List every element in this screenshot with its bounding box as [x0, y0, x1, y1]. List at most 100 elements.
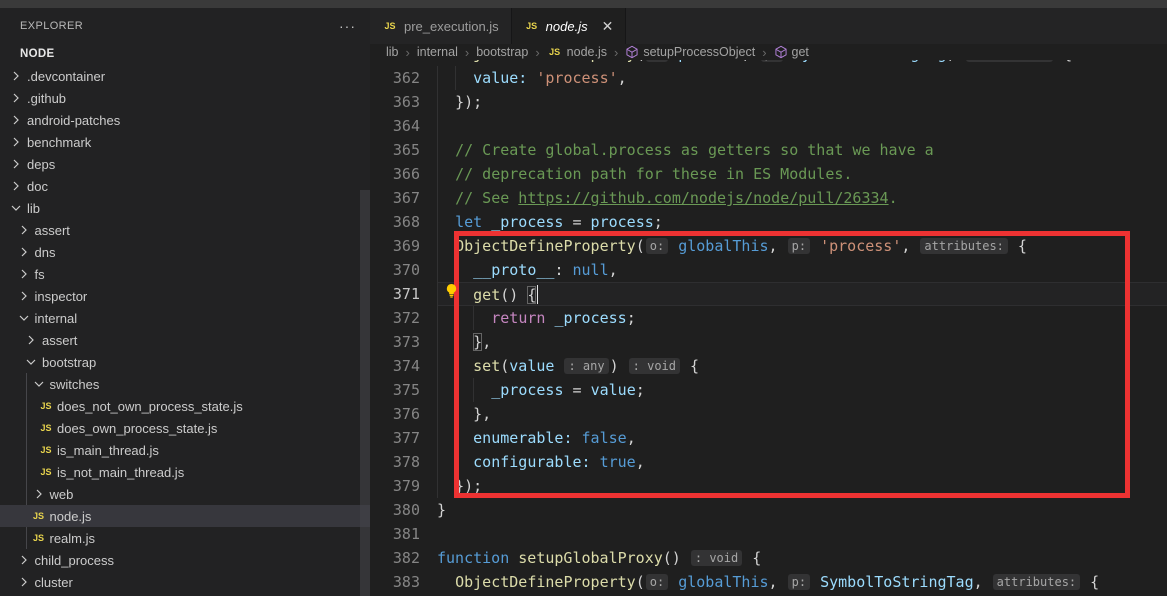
code-line-363[interactable]: 363});	[370, 90, 1167, 114]
code-line-362[interactable]: 362value: 'process',	[370, 66, 1167, 90]
tree-item--devcontainer[interactable]: .devcontainer	[0, 65, 370, 87]
inlay-hint: : void	[629, 358, 680, 374]
tree-item-internal[interactable]: internal	[0, 307, 370, 329]
close-icon[interactable]: ✕	[602, 18, 614, 35]
code-line-367[interactable]: 367// See https://github.com/nodejs/node…	[370, 186, 1167, 210]
line-number: 375	[370, 381, 420, 399]
tree-item-deps[interactable]: deps	[0, 153, 370, 175]
chevron-right-icon	[8, 90, 24, 106]
breadcrumb-item-internal[interactable]: internal	[417, 45, 458, 59]
tree-item-cluster[interactable]: cluster	[0, 571, 370, 593]
code-editor[interactable]: 361ObjectDefineProperty(o: process, p: S…	[370, 60, 1167, 596]
tree-item-benchmark[interactable]: benchmark	[0, 131, 370, 153]
chevron-down-icon	[31, 376, 47, 392]
tree-item-node-js[interactable]: JSnode.js	[0, 505, 370, 527]
tab-bar: JSpre_execution.jsJSnode.js✕	[370, 8, 1167, 44]
chevron-right-icon	[8, 134, 24, 150]
tab-node-js[interactable]: JSnode.js✕	[512, 8, 627, 44]
tree-item-dns[interactable]: dns	[0, 241, 370, 263]
code-line-373[interactable]: 373},	[370, 330, 1167, 354]
js-file-icon: JS	[38, 401, 54, 411]
method-symbol-icon	[774, 45, 788, 59]
tab-pre-execution-js[interactable]: JSpre_execution.js	[370, 8, 512, 44]
chevron-down-icon	[23, 354, 39, 370]
tree-item--github[interactable]: .github	[0, 87, 370, 109]
breadcrumb-separator: ›	[535, 45, 539, 60]
code-line-382[interactable]: 382function setupGlobalProxy() : void {	[370, 546, 1167, 570]
more-actions-icon[interactable]: ···	[339, 21, 356, 31]
tree-item-assert[interactable]: assert	[0, 219, 370, 241]
chevron-right-icon	[16, 574, 32, 590]
sidebar-scrollbar[interactable]	[360, 190, 370, 596]
breadcrumb-item-bootstrap[interactable]: bootstrap	[476, 45, 528, 59]
code-line-365[interactable]: 365// Create global.process as getters s…	[370, 138, 1167, 162]
tree-item-lib[interactable]: lib	[0, 197, 370, 219]
code-line-376[interactable]: 376},	[370, 402, 1167, 426]
breadcrumb-item-setupprocessobject[interactable]: setupProcessObject	[625, 45, 755, 59]
code-line-366[interactable]: 366// deprecation path for these in ES M…	[370, 162, 1167, 186]
tree-item-doc[interactable]: doc	[0, 175, 370, 197]
tree-item-assert[interactable]: assert	[0, 329, 370, 351]
chevron-right-icon	[8, 156, 24, 172]
chevron-right-icon	[8, 112, 24, 128]
code-line-380[interactable]: 380}	[370, 498, 1167, 522]
code-line-378[interactable]: 378configurable: true,	[370, 450, 1167, 474]
file-tree: .devcontainer.githubandroid-patchesbench…	[0, 65, 370, 593]
breadcrumb-item-lib[interactable]: lib	[386, 45, 399, 59]
code-line-371[interactable]: 371get() {	[370, 282, 1167, 306]
code-line-379[interactable]: 379});	[370, 474, 1167, 498]
tree-item-android-patches[interactable]: android-patches	[0, 109, 370, 131]
breadcrumb-item-get[interactable]: get	[774, 45, 809, 59]
code-line-370[interactable]: 370__proto__: null,	[370, 258, 1167, 282]
code-line-364[interactable]: 364	[370, 114, 1167, 138]
chevron-right-icon	[16, 552, 32, 568]
line-number: 383	[370, 573, 420, 591]
line-number: 368	[370, 213, 420, 231]
breadcrumb-item-node-js[interactable]: JSnode.js	[547, 45, 607, 59]
line-number: 374	[370, 357, 420, 375]
tree-item-web[interactable]: web	[0, 483, 370, 505]
code-line-368[interactable]: 368let _process = process;	[370, 210, 1167, 234]
line-number: 379	[370, 477, 420, 495]
inlay-hint: attributes:	[966, 60, 1053, 62]
line-number: 376	[370, 405, 420, 423]
chevron-right-icon	[8, 178, 24, 194]
title-bar	[0, 0, 1167, 8]
line-number: 365	[370, 141, 420, 159]
chevron-right-icon	[16, 266, 32, 282]
section-header-node[interactable]: NODE	[0, 43, 370, 65]
chevron-down-icon	[16, 310, 32, 326]
code-line-369[interactable]: 369ObjectDefineProperty(o: globalThis, p…	[370, 234, 1167, 258]
inlay-hint: : void	[691, 550, 742, 566]
line-number: 378	[370, 453, 420, 471]
code-line-374[interactable]: 374set(value : any) : void {	[370, 354, 1167, 378]
breadcrumb-separator: ›	[614, 45, 618, 60]
lightbulb-icon[interactable]	[444, 283, 459, 298]
line-number: 372	[370, 309, 420, 327]
code-line-372[interactable]: 372return _process;	[370, 306, 1167, 330]
code-line-383[interactable]: 383ObjectDefineProperty(o: globalThis, p…	[370, 570, 1167, 594]
inlay-hint: attributes:	[993, 574, 1080, 590]
tree-item-fs[interactable]: fs	[0, 263, 370, 285]
inlay-hint: p:	[761, 60, 783, 62]
breadcrumb-separator: ›	[406, 45, 410, 60]
tree-item-does-not-own-process-state-js[interactable]: JSdoes_not_own_process_state.js	[0, 395, 370, 417]
tree-item-child-process[interactable]: child_process	[0, 549, 370, 571]
tree-item-bootstrap[interactable]: bootstrap	[0, 351, 370, 373]
line-number: 371	[370, 285, 420, 303]
tree-item-is-main-thread-js[interactable]: JSis_main_thread.js	[0, 439, 370, 461]
tree-item-inspector[interactable]: inspector	[0, 285, 370, 307]
tree-item-does-own-process-state-js[interactable]: JSdoes_own_process_state.js	[0, 417, 370, 439]
inlay-hint: o:	[646, 238, 668, 254]
code-line-381[interactable]: 381	[370, 522, 1167, 546]
js-file-icon: JS	[38, 423, 54, 433]
tree-item-is-not-main-thread-js[interactable]: JSis_not_main_thread.js	[0, 461, 370, 483]
breadcrumb-separator: ›	[762, 45, 766, 60]
code-line-375[interactable]: 375_process = value;	[370, 378, 1167, 402]
tree-item-switches[interactable]: switches	[0, 373, 370, 395]
tree-item-realm-js[interactable]: JSrealm.js	[0, 527, 370, 549]
line-number: 370	[370, 261, 420, 279]
js-file-icon: JS	[382, 21, 398, 31]
code-line-377[interactable]: 377enumerable: false,	[370, 426, 1167, 450]
comment-link[interactable]: https://github.com/nodejs/node/pull/2633…	[518, 189, 888, 207]
